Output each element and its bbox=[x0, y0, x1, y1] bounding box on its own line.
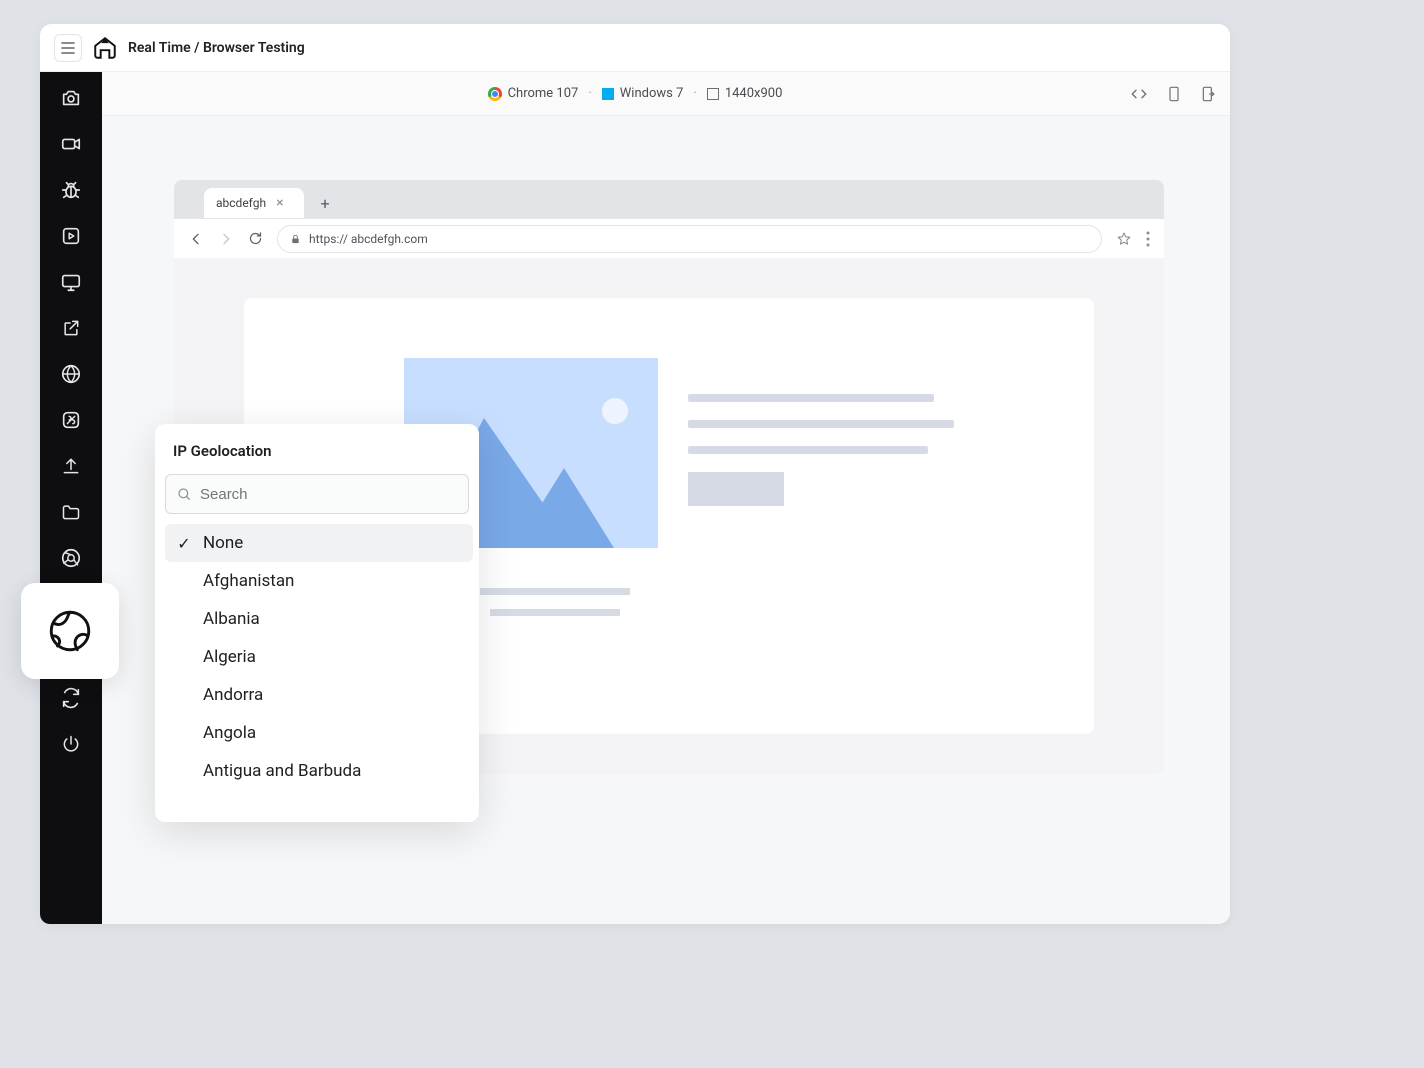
placeholder-text-block bbox=[688, 394, 954, 506]
env-browser-label: Chrome 107 bbox=[508, 86, 579, 101]
placeholder-caption bbox=[480, 588, 630, 616]
forward-icon bbox=[218, 231, 234, 247]
popover-title: IP Geolocation bbox=[155, 424, 479, 474]
app-logo-icon bbox=[92, 35, 118, 61]
close-tab-icon[interactable]: × bbox=[276, 195, 283, 211]
tab-strip: abcdefgh × + bbox=[174, 180, 1164, 218]
geolocation-option-label: Angola bbox=[203, 723, 256, 743]
power-icon[interactable] bbox=[59, 732, 83, 756]
bookmark-star-icon[interactable] bbox=[1116, 231, 1132, 247]
geolocation-option-label: Antigua and Barbuda bbox=[203, 761, 361, 781]
copy-device-icon[interactable] bbox=[1166, 85, 1182, 103]
titlebar: Real Time / Browser Testing bbox=[40, 24, 1230, 72]
env-browser: Chrome 107 bbox=[488, 86, 579, 101]
geolocation-options-list[interactable]: ✓ None ✓Afghanistan✓Albania✓Algeria✓Andorr… bbox=[165, 524, 473, 812]
ip-geolocation-popover: IP Geolocation ✓ None ✓Afghanistan✓Albania… bbox=[155, 424, 479, 822]
browser-tab[interactable]: abcdefgh × bbox=[204, 188, 304, 218]
geolocation-tool-active[interactable] bbox=[21, 583, 119, 679]
resolution-icon bbox=[707, 88, 719, 100]
menu-button[interactable] bbox=[54, 34, 82, 62]
geolocation-option[interactable]: ✓Antigua and Barbuda bbox=[165, 752, 473, 790]
address-bar: https:// abcdefgh.com bbox=[174, 218, 1164, 258]
separator-dot: · bbox=[588, 86, 591, 101]
separator-dot: · bbox=[693, 86, 696, 101]
geolocation-search[interactable] bbox=[165, 474, 469, 514]
bug-icon[interactable] bbox=[59, 178, 83, 202]
sync-icon[interactable] bbox=[59, 686, 83, 710]
env-os: Windows 7 bbox=[602, 86, 684, 101]
geolocation-option[interactable]: ✓Afghanistan bbox=[165, 562, 473, 600]
geolocation-option[interactable]: ✓ None bbox=[165, 524, 473, 562]
geolocation-option[interactable]: ✓Andorra bbox=[165, 676, 473, 714]
geolocation-search-input[interactable] bbox=[200, 486, 458, 503]
globe-small-icon[interactable] bbox=[59, 362, 83, 386]
page-title: Real Time / Browser Testing bbox=[128, 40, 305, 56]
chrome-icon bbox=[488, 87, 502, 101]
browser-menu-icon[interactable] bbox=[1146, 231, 1150, 247]
lock-icon bbox=[290, 233, 301, 245]
new-tab-button[interactable]: + bbox=[314, 192, 336, 214]
geolocation-option-label: Andorra bbox=[203, 685, 263, 705]
geolocation-option-label: Albania bbox=[203, 609, 260, 629]
tab-label: abcdefgh bbox=[216, 196, 266, 210]
devtools-icon[interactable] bbox=[1130, 85, 1148, 103]
geolocation-option[interactable]: ✓Angola bbox=[165, 714, 473, 752]
url-field[interactable]: https:// abcdefgh.com bbox=[277, 225, 1102, 253]
reload-icon[interactable] bbox=[248, 231, 263, 246]
exit-session-icon[interactable] bbox=[1200, 85, 1216, 103]
infobar-actions bbox=[1130, 72, 1216, 115]
search-icon bbox=[176, 486, 192, 502]
geolocation-option[interactable]: ✓Algeria bbox=[165, 638, 473, 676]
tool-sidebar bbox=[40, 72, 102, 924]
env-os-label: Windows 7 bbox=[620, 86, 684, 101]
geolocation-option-label: Afghanistan bbox=[203, 571, 294, 591]
url-text: https:// abcdefgh.com bbox=[309, 232, 428, 246]
geolocation-option-label: Algeria bbox=[203, 647, 256, 667]
environment-bar: Chrome 107 · Windows 7 · 1440x900 bbox=[40, 72, 1230, 116]
windows-icon bbox=[602, 88, 614, 100]
back-icon[interactable] bbox=[188, 231, 204, 247]
upload-icon[interactable] bbox=[59, 454, 83, 478]
geolocation-option[interactable]: ✓Albania bbox=[165, 600, 473, 638]
folder-icon[interactable] bbox=[59, 500, 83, 524]
play-square-icon[interactable] bbox=[59, 224, 83, 248]
check-icon: ✓ bbox=[175, 534, 193, 553]
chrome-outline-icon[interactable] bbox=[59, 546, 83, 570]
env-resolution: 1440x900 bbox=[707, 86, 783, 101]
record-video-icon[interactable] bbox=[59, 132, 83, 156]
location-pin-icon[interactable] bbox=[59, 408, 83, 432]
env-resolution-label: 1440x900 bbox=[725, 86, 783, 101]
screenshot-icon[interactable] bbox=[59, 86, 83, 110]
monitor-icon[interactable] bbox=[59, 270, 83, 294]
geolocation-option-label: None bbox=[203, 533, 243, 553]
external-link-icon[interactable] bbox=[59, 316, 83, 340]
